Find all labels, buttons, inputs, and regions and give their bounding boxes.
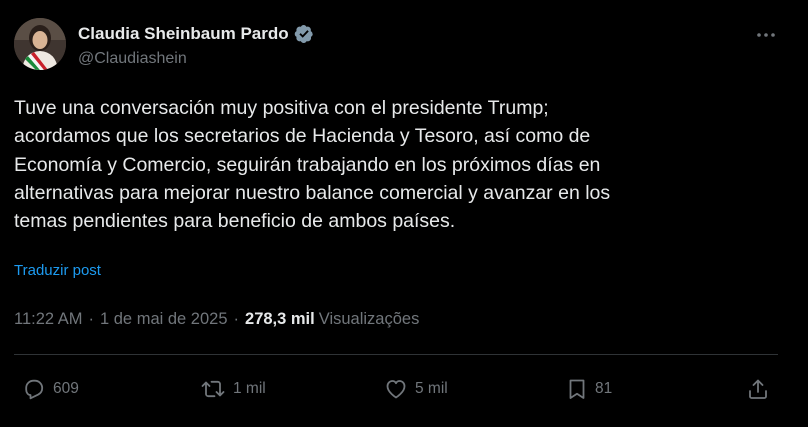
bookmark-icon bbox=[569, 379, 585, 399]
verified-badge-icon bbox=[294, 24, 314, 44]
share-button[interactable] bbox=[746, 372, 770, 406]
heart-icon bbox=[386, 380, 406, 399]
bookmark-button[interactable]: 81 bbox=[566, 372, 612, 406]
avatar-image bbox=[14, 18, 66, 70]
views-label: Visualizações bbox=[318, 310, 420, 328]
post-metadata: 11:22 AM · 1 de mai de 2025 · 278,3 mil … bbox=[14, 310, 419, 329]
meta-separator: · bbox=[88, 310, 95, 328]
share-icon bbox=[749, 379, 767, 399]
reply-icon bbox=[25, 379, 44, 400]
like-count: 5 mil bbox=[415, 380, 448, 397]
repost-icon bbox=[201, 380, 225, 398]
bookmark-count: 81 bbox=[595, 380, 613, 397]
action-bar: 609 1 mil 5 mil 81 bbox=[14, 372, 778, 406]
author-display-name[interactable]: Claudia Sheinbaum Pardo bbox=[78, 24, 289, 44]
post-time[interactable]: 11:22 AM bbox=[14, 310, 83, 329]
author-handle[interactable]: @Claudiashein bbox=[78, 50, 187, 68]
meta-separator: · bbox=[233, 310, 240, 328]
post-text: Tuve una conversación muy positiva con e… bbox=[14, 97, 611, 233]
repost-count: 1 mil bbox=[233, 380, 266, 397]
like-button[interactable]: 5 mil bbox=[384, 372, 448, 406]
divider bbox=[14, 354, 778, 355]
reply-count: 609 bbox=[53, 380, 79, 397]
translate-post-link[interactable]: Traduzir post bbox=[14, 262, 101, 279]
post-date[interactable]: 1 de mai de 2025 bbox=[100, 310, 228, 329]
author-name-row: Claudia Sheinbaum Pardo bbox=[78, 22, 314, 46]
reply-button[interactable]: 609 bbox=[22, 372, 79, 406]
more-horizontal-icon bbox=[757, 33, 775, 37]
avatar[interactable] bbox=[14, 18, 66, 70]
more-options-button[interactable] bbox=[752, 25, 780, 45]
repost-button[interactable]: 1 mil bbox=[200, 372, 266, 406]
views-count[interactable]: 278,3 mil bbox=[245, 310, 315, 329]
